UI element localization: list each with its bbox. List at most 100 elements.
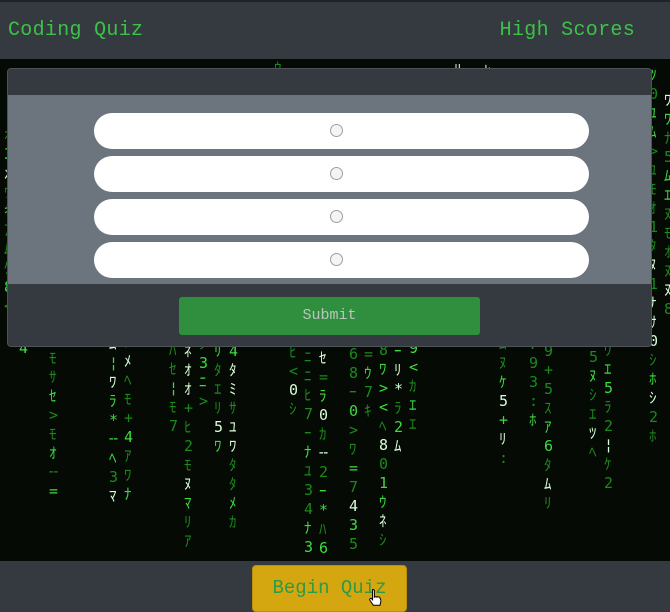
matrix-glyph: ﾐ [229, 380, 237, 398]
matrix-glyph: ﾆ [304, 367, 312, 385]
matrix-glyph: ｻ [49, 368, 57, 386]
matrix-glyph: ﾆ [304, 348, 312, 366]
matrix-glyph: 9 [529, 354, 538, 372]
answer-option-2[interactable] [94, 156, 589, 192]
radio-button-icon[interactable] [330, 167, 343, 180]
matrix-glyph: + [499, 411, 508, 429]
matrix-glyph: ﾅ [304, 443, 312, 461]
matrix-glyph: ｵ [184, 380, 192, 398]
card-footer: Submit [8, 284, 651, 346]
navbar: Coding Quiz High Scores [0, 0, 670, 59]
matrix-glyph: ｽ [544, 399, 552, 417]
matrix-glyph: ｷ [364, 402, 372, 420]
matrix-glyph: 2 [604, 417, 613, 435]
matrix-glyph: ﾜ [124, 466, 132, 484]
matrix-glyph: 5 [544, 380, 553, 398]
matrix-glyph: ﾇ [664, 205, 670, 223]
matrix-glyph: ｾ [49, 387, 57, 405]
matrix-glyph: ﾈ [379, 512, 387, 530]
matrix-glyph: 3 [199, 354, 208, 372]
answer-option-1[interactable] [94, 113, 589, 149]
answers-area [8, 95, 651, 284]
matrix-glyph: ﾎ [529, 411, 537, 429]
matrix-glyph: 2 [604, 474, 613, 492]
matrix-glyph: ﾑ [544, 475, 552, 493]
matrix-glyph: ｴ [604, 360, 612, 378]
high-scores-link[interactable]: High Scores [500, 19, 635, 42]
matrix-glyph: 6 [319, 539, 328, 557]
matrix-glyph: ﾀ [214, 361, 222, 379]
matrix-glyph: ﾕ [304, 462, 312, 480]
matrix-glyph: ｼ [589, 386, 597, 404]
matrix-glyph: ﾍ [589, 443, 597, 461]
matrix-glyph: ｶ [319, 425, 327, 443]
matrix-glyph: 7 [349, 478, 358, 496]
matrix-glyph: ｼ [649, 389, 657, 407]
matrix-glyph: ｵ [49, 444, 57, 462]
matrix-glyph: < [289, 362, 298, 380]
matrix-glyph: 3 [529, 373, 538, 391]
matrix-glyph: 2 [394, 418, 403, 436]
radio-button-icon[interactable] [330, 210, 343, 223]
matrix-glyph: ﾒ [124, 352, 132, 370]
matrix-glyph: ﾜ [664, 91, 670, 109]
matrix-glyph: 2 [649, 408, 658, 426]
matrix-glyph: < [409, 358, 418, 376]
matrix-glyph: ﾀ [229, 456, 237, 474]
matrix-glyph: 0 [319, 406, 328, 424]
matrix-glyph: 4 [304, 500, 313, 518]
matrix-glyph: 7 [304, 405, 313, 423]
matrix-glyph: 5 [499, 392, 508, 410]
matrix-glyph: 3 [109, 468, 118, 486]
matrix-glyph: ﾗ [604, 398, 612, 416]
answer-option-3[interactable] [94, 199, 589, 235]
matrix-glyph: ｶ [229, 513, 237, 531]
matrix-glyph: ﾊ [319, 520, 327, 538]
matrix-glyph: ﾘ [394, 361, 402, 379]
quiz-card: Submit [7, 68, 652, 347]
matrix-glyph: ﾀ [544, 456, 552, 474]
matrix-glyph: ｾ [169, 360, 177, 378]
matrix-glyph: 7 [364, 383, 373, 401]
matrix-glyph: ﾓ [124, 390, 132, 408]
matrix-glyph: 8 [379, 436, 388, 454]
submit-button[interactable]: Submit [179, 297, 480, 335]
matrix-glyph: ﾓ [49, 349, 57, 367]
matrix-glyph: * [109, 411, 118, 429]
matrix-glyph: = [319, 368, 328, 386]
matrix-glyph: ｰ [319, 482, 327, 500]
matrix-glyph: ｳ [379, 493, 387, 511]
matrix-glyph: ｴ [664, 186, 670, 204]
matrix-glyph: 2 [184, 437, 193, 455]
radio-button-icon[interactable] [330, 124, 343, 137]
matrix-glyph: ﾇ [664, 281, 670, 299]
bottom-bar: Begin Quiz [0, 561, 670, 612]
matrix-glyph: ﾎ [649, 427, 657, 445]
matrix-glyph: ﾘ [544, 494, 552, 512]
matrix-glyph: ﾒ [229, 494, 237, 512]
brand-link[interactable]: Coding Quiz [8, 19, 143, 42]
matrix-glyph: 3 [304, 481, 313, 499]
matrix-glyph: ﾗ [394, 399, 402, 417]
matrix-glyph: ｹ [604, 455, 612, 473]
matrix-glyph: + [184, 399, 193, 417]
matrix-glyph: ﾇ [589, 367, 597, 385]
matrix-glyph: ﾅ [304, 519, 312, 537]
matrix-glyph: 1 [379, 474, 388, 492]
matrix-glyph: ﾑ [664, 167, 670, 185]
matrix-glyph: ｱ [544, 418, 552, 436]
matrix-glyph: ﾘ [499, 430, 507, 448]
matrix-glyph: ﾜ [214, 437, 222, 455]
matrix-glyph: = [49, 482, 58, 500]
radio-button-icon[interactable] [330, 253, 343, 266]
matrix-glyph: ﾀ [229, 361, 237, 379]
matrix-glyph: + [544, 361, 553, 379]
matrix-glyph: ﾇ [184, 475, 192, 493]
matrix-glyph: 5 [604, 379, 613, 397]
matrix-glyph: ｾ [319, 349, 327, 367]
answer-option-4[interactable] [94, 242, 589, 278]
matrix-glyph: 5 [589, 348, 598, 366]
matrix-glyph: ﾓ [184, 456, 192, 474]
matrix-glyph: 8 [664, 300, 670, 318]
matrix-glyph: ﾅ [124, 485, 132, 503]
